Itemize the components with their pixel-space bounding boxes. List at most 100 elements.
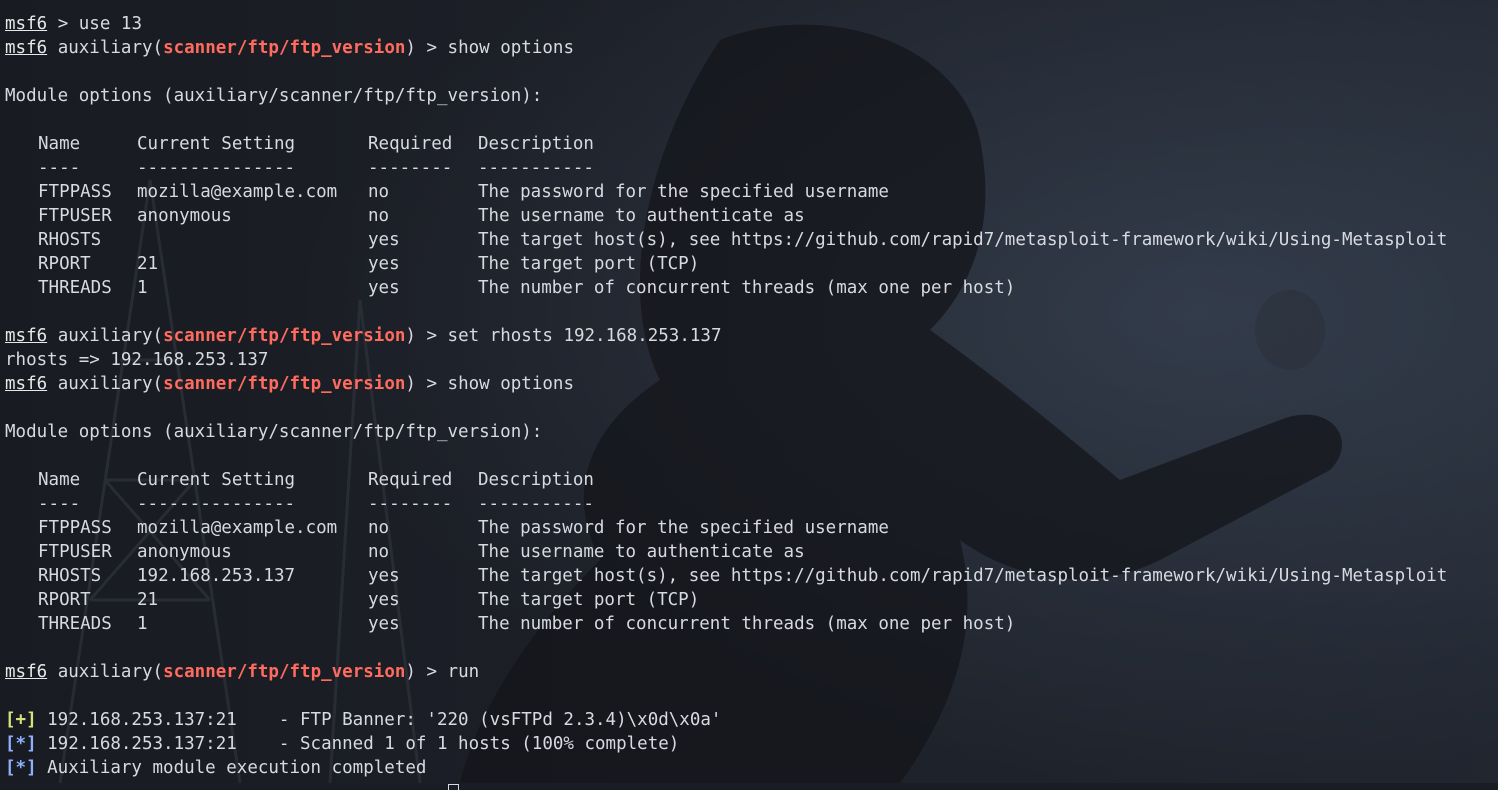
option-setting-cell: Current Setting — [137, 134, 296, 154]
option-description-cell: ----------- — [478, 158, 594, 178]
table-underline-row: ---- --------------- -------- ----------- — [5, 156, 1447, 180]
table-row: RPORT 21 yes The target port (TCP) — [5, 588, 1447, 612]
module-name: scanner/ftp/ftp_version — [163, 662, 406, 682]
terminal-line: msf6 auxiliary(scanner/ftp/ftp_version) … — [5, 372, 1447, 396]
option-description-cell: The number of concurrent threads (max on… — [478, 278, 1016, 298]
msf-prompt: msf6 — [5, 374, 48, 394]
table-header-row: Name Current Setting Required Description — [5, 132, 1447, 156]
option-required-cell: yes — [368, 590, 400, 610]
prompt-suffix: ) > — [405, 326, 448, 346]
command-text: show options — [447, 38, 574, 58]
table-row: RPORT 21 yes The target port (TCP) — [5, 252, 1447, 276]
table-row: FTPPASS mozilla@example.com no The password… — [5, 516, 1447, 540]
msf-prompt: msf6 — [5, 326, 48, 346]
result-text: 192.168.253.137:21 - Scanned 1 of 1 host… — [36, 734, 680, 754]
option-required-cell: Required — [368, 470, 453, 490]
option-setting-cell: mozilla@example.com — [137, 182, 338, 202]
module-name: scanner/ftp/ftp_version — [163, 38, 406, 58]
option-name-cell: Name — [38, 134, 81, 154]
rhosts-echo: rhosts => 192.168.253.137 — [5, 350, 269, 370]
terminal-line: msf6 > use 13 — [5, 12, 1447, 36]
option-name-cell: FTPUSER — [38, 542, 112, 562]
prompt-prefix: auxiliary( — [47, 374, 164, 394]
option-setting-cell: 21 — [137, 254, 159, 274]
option-setting-cell: 1 — [137, 614, 148, 634]
status-good-marker: [+] — [5, 710, 37, 730]
prompt-prefix: auxiliary( — [47, 38, 164, 58]
option-name-cell: RHOSTS — [38, 230, 102, 250]
option-name-cell: FTPPASS — [38, 182, 112, 202]
status-info-marker: [*] — [5, 758, 37, 778]
command-text: run — [447, 662, 480, 682]
option-description-cell: ----------- — [478, 494, 594, 514]
option-description-cell: The target port (TCP) — [478, 590, 700, 610]
result-text: Auxiliary module execution completed — [36, 758, 427, 778]
option-setting-cell: --------------- — [137, 494, 296, 514]
option-required-cell: Required — [368, 134, 453, 154]
option-description-cell: Description — [478, 134, 594, 154]
option-setting-cell: mozilla@example.com — [137, 518, 338, 538]
option-name-cell: ---- — [38, 158, 81, 178]
option-name-cell: THREADS — [38, 278, 112, 298]
option-description-cell: The password for the specified username — [478, 182, 889, 202]
option-name-cell: ---- — [38, 494, 81, 514]
table-row: THREADS 1 yes The number of concurrent thre… — [5, 276, 1447, 300]
option-setting-cell: Current Setting — [137, 470, 296, 490]
option-required-cell: -------- — [368, 494, 453, 514]
command-text: show options — [447, 374, 574, 394]
option-required-cell: yes — [368, 278, 400, 298]
option-required-cell: yes — [368, 230, 400, 250]
option-required-cell: yes — [368, 566, 400, 586]
option-required-cell: -------- — [368, 158, 453, 178]
option-name-cell: RPORT — [38, 590, 91, 610]
terminal-line: msf6 auxiliary(scanner/ftp/ftp_version) … — [5, 324, 1447, 348]
terminal-cursor — [448, 784, 460, 790]
msf-prompt: msf6 — [5, 14, 48, 34]
module-name: scanner/ftp/ftp_version — [163, 374, 406, 394]
option-setting-cell: anonymous — [137, 542, 232, 562]
option-required-cell: no — [368, 542, 390, 562]
option-setting-cell: --------------- — [137, 158, 296, 178]
prompt-suffix: ) > — [405, 662, 448, 682]
option-required-cell: no — [368, 206, 390, 226]
option-required-cell: no — [368, 518, 390, 538]
option-required-cell: no — [368, 182, 390, 202]
msf-prompt: msf6 — [5, 38, 48, 58]
prompt-suffix: ) > — [405, 374, 448, 394]
table-underline-row: ---- --------------- -------- ----------- — [5, 492, 1447, 516]
table-row: FTPPASS mozilla@example.com no The password… — [5, 180, 1447, 204]
module-name: scanner/ftp/ftp_version — [163, 326, 406, 346]
options-table: Name Current Setting Required Description --… — [5, 132, 1447, 300]
terminal-output[interactable]: msf6 > use 13 msf6 auxiliary(scanner/ftp… — [5, 12, 1448, 790]
prompt-suffix: ) > — [405, 38, 448, 58]
option-name-cell: THREADS — [38, 614, 112, 634]
option-description-cell: The number of concurrent threads (max on… — [478, 614, 1016, 634]
terminal-line: msf6 auxiliary(scanner/ftp/ftp_version) … — [5, 36, 1447, 60]
option-setting-cell: 192.168.253.137 — [137, 566, 296, 586]
option-name-cell: FTPUSER — [38, 206, 112, 226]
option-description-cell: The target host(s), see https://github.c… — [478, 230, 1448, 250]
terminal-line: msf6 auxiliary(scanner/ftp/ftp_version) … — [5, 660, 1447, 684]
option-setting-cell: 1 — [137, 278, 148, 298]
result-text: 192.168.253.137:21 - FTP Banner: '220 (v… — [36, 710, 722, 730]
option-description-cell: The username to authenticate as — [478, 206, 805, 226]
option-description-cell: The target host(s), see https://github.c… — [478, 566, 1448, 586]
option-description-cell: The target port (TCP) — [478, 254, 700, 274]
result-line: [*] 192.168.253.137:21 - Scanned 1 of 1 … — [5, 732, 1447, 756]
option-description-cell: The username to authenticate as — [478, 542, 805, 562]
table-row: FTPUSER anonymous no The username to authen… — [5, 204, 1447, 228]
prompt-prefix: auxiliary( — [47, 326, 164, 346]
option-name-cell: RHOSTS — [38, 566, 102, 586]
option-description-cell: The password for the specified username — [478, 518, 889, 538]
status-info-marker: [*] — [5, 734, 37, 754]
command-text: set rhosts 192.168.253.137 — [447, 326, 722, 346]
option-setting-cell: anonymous — [137, 206, 232, 226]
msf-prompt: msf6 — [5, 662, 48, 682]
